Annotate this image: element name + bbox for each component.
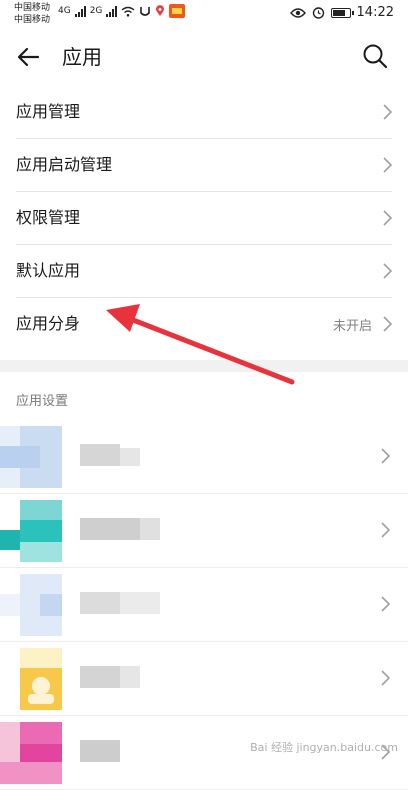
wifi-icon <box>121 6 135 17</box>
status-bar: 中国移动 中国移动 4G 2G 14:22 <box>0 0 408 34</box>
app-name-blurred <box>80 592 160 614</box>
app-twin-status: 未开启 <box>332 319 372 334</box>
chevron-right-icon <box>383 104 392 120</box>
back-arrow-icon[interactable] <box>14 42 44 72</box>
carrier-1: 中国移动 <box>14 3 51 13</box>
app-name-blurred <box>80 666 140 688</box>
menu-item-label: 默认应用 <box>16 261 81 280</box>
signal-icon <box>74 5 86 17</box>
carrier-labels: 中国移动 中国移动 <box>14 2 50 26</box>
menu-item-label: 权限管理 <box>16 208 81 227</box>
notification-icon <box>140 7 151 16</box>
status-icons-left: 4G 2G <box>58 4 186 18</box>
chevron-right-icon <box>381 596 390 612</box>
alarm-icon <box>312 7 324 19</box>
watermark: Bai 经验 jingyan.baidu.com <box>250 741 398 754</box>
list-item[interactable] <box>0 642 408 716</box>
menu-item-label: 应用启动管理 <box>16 155 113 174</box>
menu-item-app-management[interactable]: 应用管理 <box>16 86 392 139</box>
app-icon <box>0 574 62 636</box>
chevron-right-icon <box>381 522 390 538</box>
menu-item-label: 应用分身 <box>16 314 81 333</box>
app-icon <box>20 648 62 710</box>
eye-icon <box>289 7 306 18</box>
menu-item-permission-management[interactable]: 权限管理 <box>16 192 392 245</box>
section-title: 应用设置 <box>16 394 69 409</box>
status-icons-right: 14:22 <box>289 5 394 20</box>
app-name-blurred <box>80 444 140 466</box>
battery-icon <box>330 7 354 18</box>
app-list <box>0 420 408 790</box>
location-icon <box>156 5 165 16</box>
net-type-1: 4G <box>58 6 71 16</box>
app-name-blurred <box>80 740 120 762</box>
menu-item-startup-management[interactable]: 应用启动管理 <box>16 139 392 192</box>
menu-item-default-apps[interactable]: 默认应用 <box>16 245 392 298</box>
clock: 14:22 <box>356 5 394 20</box>
app-name-blurred <box>80 518 160 540</box>
search-icon[interactable] <box>360 41 390 71</box>
list-item[interactable] <box>0 420 408 494</box>
app-icon <box>0 500 62 562</box>
carrier-2: 中国移动 <box>14 15 51 25</box>
app-notification-icon <box>169 4 186 18</box>
chevron-right-icon <box>381 448 390 464</box>
chevron-right-icon <box>383 263 392 279</box>
menu-item-app-twin[interactable]: 应用分身 未开启 <box>16 298 392 350</box>
menu-item-label: 应用管理 <box>16 102 81 121</box>
net-type-2: 2G <box>89 6 103 16</box>
app-icon <box>0 722 62 784</box>
signal-icon-2 <box>106 5 118 17</box>
chevron-right-icon <box>381 670 390 686</box>
page-title: 应用 <box>62 45 102 69</box>
section-divider <box>0 360 408 372</box>
app-bar: 应用 <box>0 34 408 80</box>
list-item[interactable] <box>0 494 408 568</box>
settings-menu: 应用管理 应用启动管理 权限管理 默认应用 应用分身 未开启 <box>0 86 408 350</box>
chevron-right-icon <box>383 316 392 332</box>
app-icon <box>0 426 62 488</box>
chevron-right-icon <box>383 210 392 226</box>
chevron-right-icon <box>383 157 392 173</box>
list-item[interactable] <box>0 568 408 642</box>
